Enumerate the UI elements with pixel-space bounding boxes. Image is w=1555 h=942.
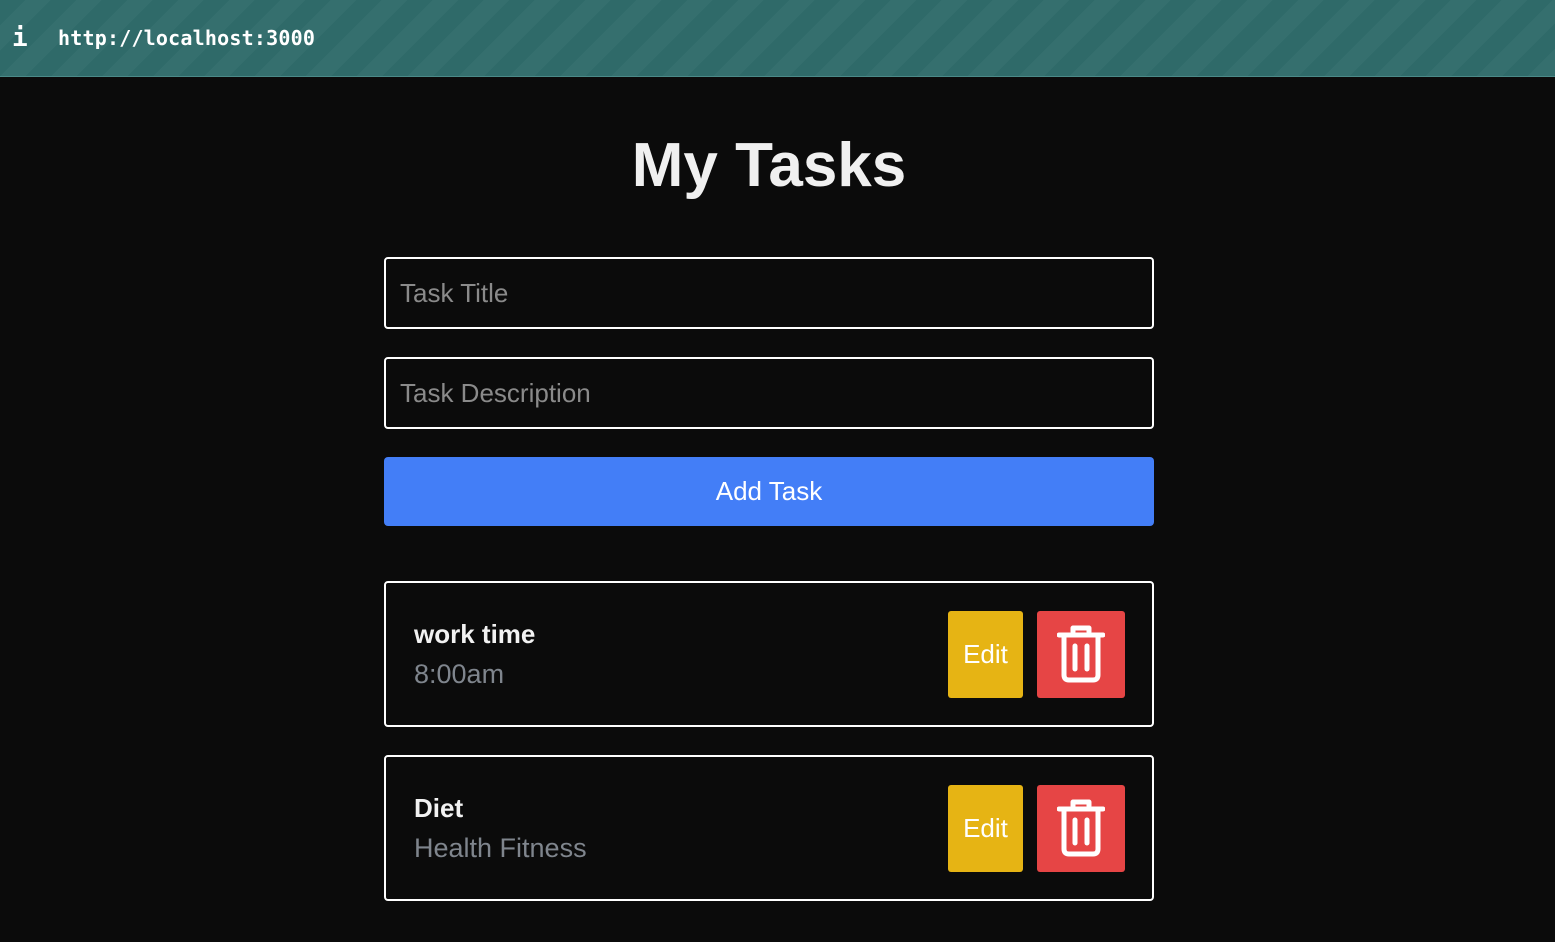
task-title: work time	[414, 619, 536, 649]
task-card: Diet Health Fitness Edit	[384, 755, 1154, 901]
task-description-field-wrapper	[384, 357, 1154, 429]
browser-address-bar: i http://localhost:3000	[0, 0, 1555, 77]
edit-button[interactable]: Edit	[948, 785, 1023, 872]
task-description-input[interactable]	[386, 359, 1152, 427]
task-title: Diet	[414, 793, 464, 823]
trash-icon	[1057, 625, 1105, 683]
edit-button[interactable]: Edit	[948, 611, 1023, 698]
delete-button[interactable]	[1037, 611, 1125, 698]
task-title-input[interactable]	[386, 259, 1152, 327]
info-icon[interactable]: i	[12, 24, 28, 52]
task-title-field-wrapper	[384, 257, 1154, 329]
add-task-button[interactable]: Add Task	[384, 457, 1154, 526]
task-description: 8:00am	[414, 659, 505, 689]
task-card: work time 8:00am Edit	[384, 581, 1154, 727]
page-title: My Tasks	[631, 131, 907, 200]
trash-icon	[1057, 799, 1105, 857]
url-text[interactable]: http://localhost:3000	[58, 26, 315, 50]
delete-button[interactable]	[1037, 785, 1125, 872]
task-description: Health Fitness	[414, 833, 587, 863]
